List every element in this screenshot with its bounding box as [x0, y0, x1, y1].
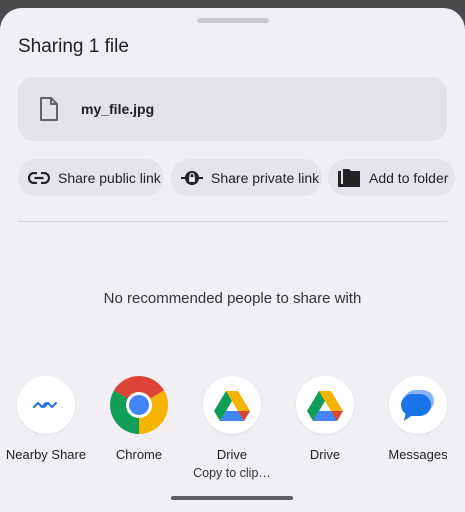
app-sublabel: Copy to clip… — [193, 466, 271, 480]
share-private-link-button[interactable]: Share private link — [171, 159, 322, 196]
chrome-icon — [110, 376, 168, 434]
lock-link-icon — [181, 170, 203, 185]
sheet-title: Sharing 1 file — [18, 36, 129, 57]
app-messages[interactable]: Messages — [372, 376, 464, 462]
gesture-nav-handle[interactable] — [171, 496, 293, 500]
file-name: my_file.jpg — [81, 101, 155, 117]
add-to-folder-label: Add to folder — [369, 169, 449, 186]
drive-icon — [296, 376, 354, 434]
app-drive[interactable]: Drive — [279, 376, 371, 462]
share-public-link-label: Share public link — [58, 169, 161, 186]
app-label: Drive — [216, 447, 248, 462]
no-recommended-people-message: No recommended people to share with — [103, 290, 362, 307]
drive-icon — [203, 376, 261, 434]
app-nearby-share[interactable]: Nearby Share — [0, 376, 92, 462]
messages-icon — [389, 376, 447, 434]
app-label: Nearby Share — [5, 447, 87, 462]
share-public-link-button[interactable]: Share public link — [18, 159, 164, 196]
app-label: Drive — [309, 447, 341, 462]
app-chrome[interactable]: Chrome — [93, 376, 185, 462]
nearby-share-icon — [17, 376, 75, 434]
file-card: my_file.jpg — [18, 77, 447, 141]
share-sheet: Sharing 1 file my_file.jpg Share public … — [0, 8, 465, 512]
app-label: Messages — [388, 447, 448, 462]
divider — [18, 221, 447, 222]
share-private-link-label: Share private link — [211, 169, 320, 186]
folder-icon — [338, 168, 360, 187]
document-icon — [40, 97, 58, 121]
app-label: Chrome — [115, 447, 163, 462]
app-drive-copy-to-clipboard[interactable]: Drive Copy to clip… — [186, 376, 278, 480]
add-to-folder-button[interactable]: Add to folder — [328, 159, 455, 196]
drag-handle[interactable] — [197, 18, 269, 23]
link-icon — [28, 171, 50, 184]
